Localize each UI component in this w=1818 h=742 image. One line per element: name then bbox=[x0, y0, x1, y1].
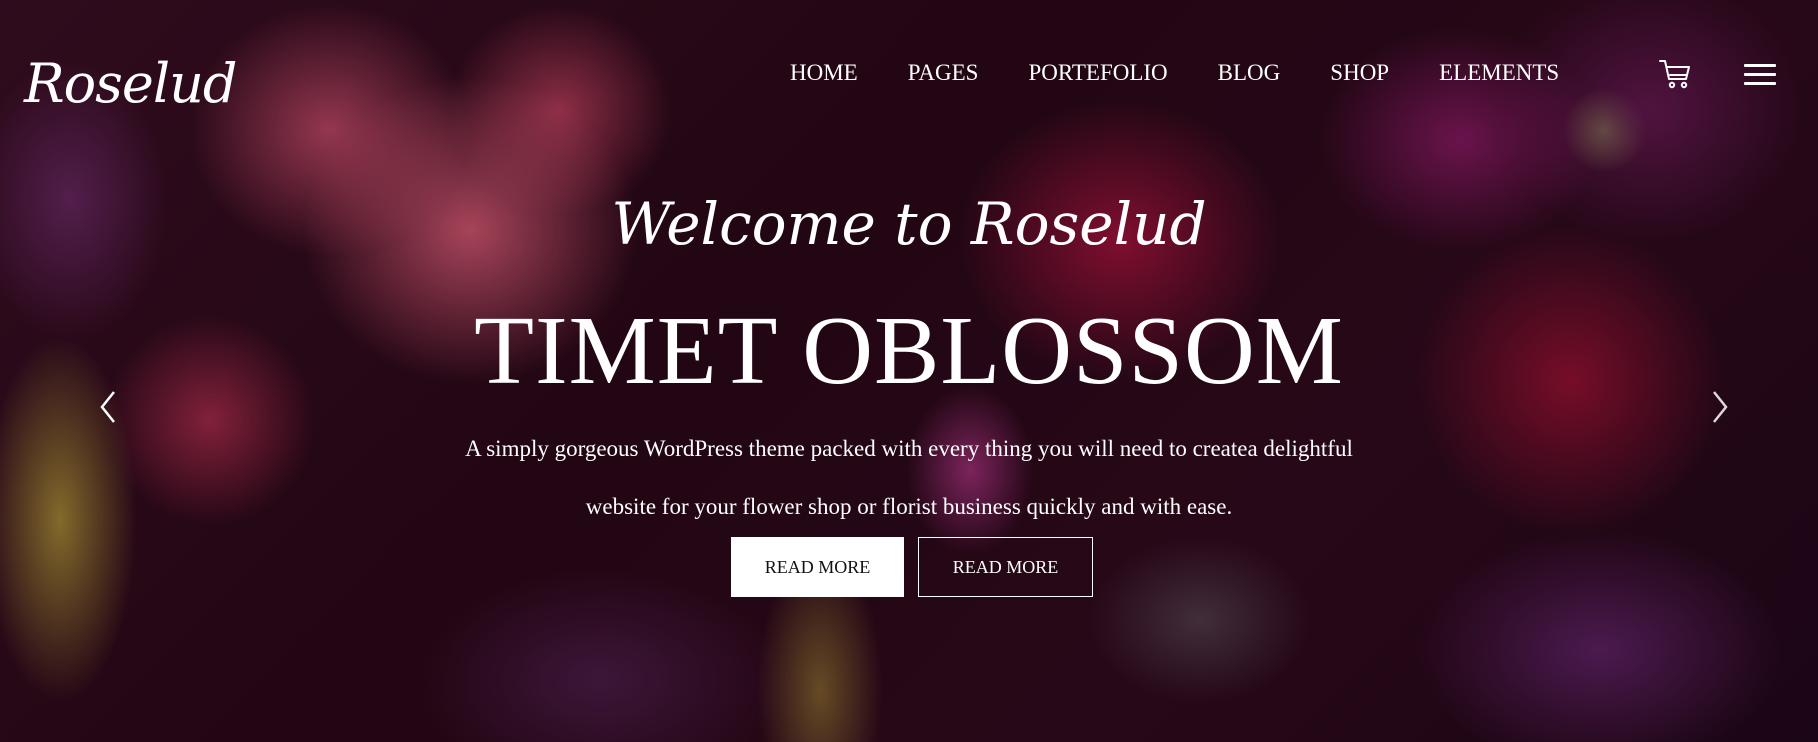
hero-description-line-2: website for your flower shop or florist … bbox=[585, 494, 1233, 519]
hero-description: A simply gorgeous WordPress theme packed… bbox=[400, 420, 1418, 536]
nav-pages[interactable]: PAGES bbox=[908, 60, 979, 86]
hamburger-menu-icon[interactable] bbox=[1744, 64, 1776, 88]
hero-title: TIMET OBLOSSOM bbox=[474, 297, 1344, 405]
nav-shop[interactable]: SHOP bbox=[1330, 60, 1389, 86]
hero-welcome-script: Welcome to Roselud bbox=[611, 190, 1207, 258]
cart-icon[interactable] bbox=[1658, 58, 1692, 90]
read-more-button-secondary[interactable]: READ MORE bbox=[918, 537, 1093, 597]
nav-home[interactable]: HOME bbox=[790, 60, 858, 86]
hero-description-line-1: A simply gorgeous WordPress theme packed… bbox=[465, 436, 1353, 461]
site-logo[interactable]: Roselud bbox=[24, 52, 237, 115]
main-navigation: HOME PAGES PORTEFOLIO BLOG SHOP ELEMENTS bbox=[790, 60, 1559, 86]
nav-elements[interactable]: ELEMENTS bbox=[1439, 60, 1559, 86]
read-more-button-primary[interactable]: READ MORE bbox=[731, 537, 904, 597]
nav-blog[interactable]: BLOG bbox=[1218, 60, 1281, 86]
nav-portfolio[interactable]: PORTEFOLIO bbox=[1028, 60, 1167, 86]
